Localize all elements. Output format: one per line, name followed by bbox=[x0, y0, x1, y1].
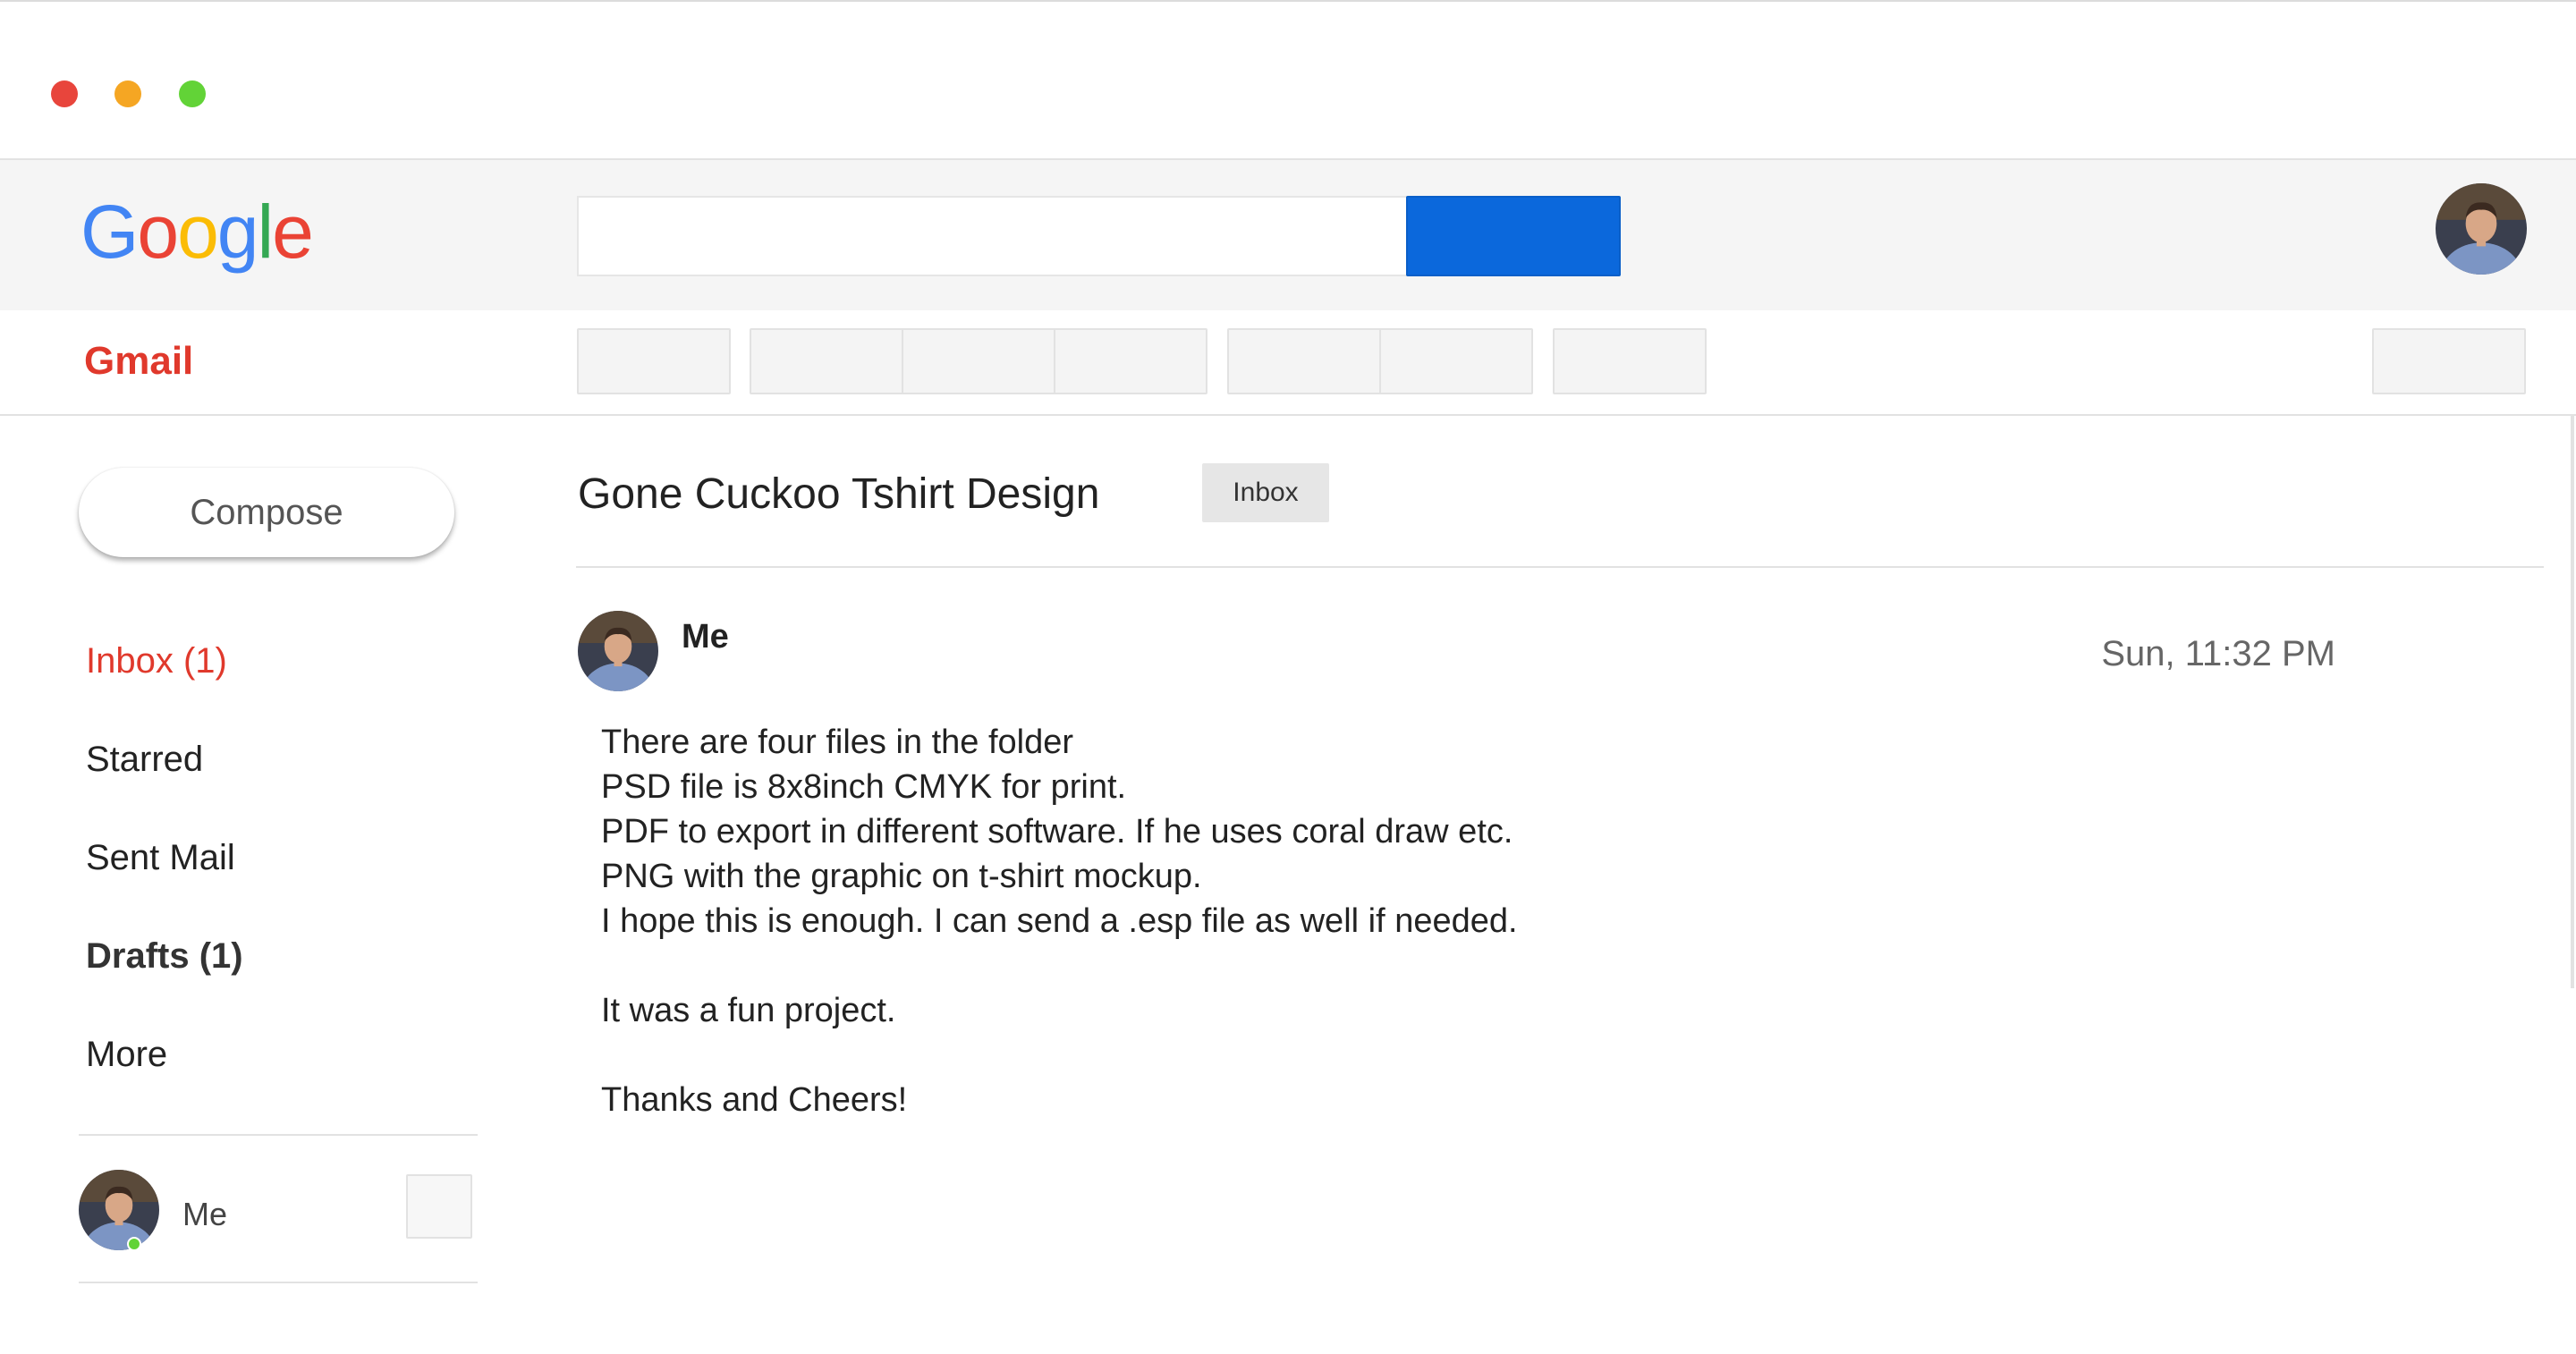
logo-letter: G bbox=[80, 190, 139, 274]
window-titlebar bbox=[0, 0, 2576, 159]
body-line: There are four files in the folder bbox=[601, 724, 1074, 761]
body-line: PDF to export in different software. If … bbox=[601, 813, 1513, 850]
search-input[interactable] bbox=[577, 196, 1407, 276]
close-window-dot[interactable] bbox=[51, 80, 78, 107]
user-avatar-icon bbox=[79, 1170, 159, 1250]
divider bbox=[79, 1282, 478, 1283]
online-status-icon bbox=[127, 1237, 141, 1251]
settings-button[interactable] bbox=[2372, 328, 2526, 394]
chat-contact-name[interactable]: Me bbox=[182, 1196, 227, 1233]
user-avatar-icon bbox=[2436, 183, 2527, 275]
body-line bbox=[601, 1033, 2301, 1078]
toolbar-button[interactable] bbox=[1553, 328, 1707, 394]
app-header: Google bbox=[0, 158, 2576, 310]
body-line: Thanks and Cheers! bbox=[601, 1081, 908, 1119]
divider bbox=[79, 1134, 478, 1136]
message-subject: Gone Cuckoo Tshirt Design bbox=[578, 470, 1100, 518]
minimize-window-dot[interactable] bbox=[114, 80, 141, 107]
compose-button[interactable]: Compose bbox=[79, 468, 454, 557]
sidebar-item-inbox[interactable]: Inbox (1) bbox=[86, 643, 227, 679]
toolbar-button[interactable] bbox=[1055, 330, 1206, 393]
body-line: It was a fun project. bbox=[601, 992, 896, 1029]
toolbar-button-group bbox=[1227, 328, 1533, 394]
body-line: I hope this is enough. I can send a .esp… bbox=[601, 902, 1518, 940]
toolbar-button[interactable] bbox=[751, 330, 903, 393]
toolbar: Gmail bbox=[0, 310, 2576, 416]
user-avatar-icon bbox=[578, 611, 658, 691]
sidebar-item-more[interactable]: More bbox=[86, 1037, 167, 1072]
inbox-label-badge[interactable]: Inbox bbox=[1202, 463, 1329, 522]
chat-status-button[interactable] bbox=[406, 1174, 472, 1239]
logo-letter: g bbox=[216, 190, 259, 274]
account-avatar[interactable] bbox=[2436, 183, 2527, 275]
toolbar-button[interactable] bbox=[1381, 330, 1531, 393]
sidebar-item-sent-mail[interactable]: Sent Mail bbox=[86, 840, 235, 876]
chat-avatar[interactable] bbox=[79, 1170, 159, 1250]
toolbar-button[interactable] bbox=[577, 328, 731, 394]
divider bbox=[576, 566, 2544, 568]
google-logo[interactable]: Google bbox=[80, 190, 314, 274]
sidebar: Compose Inbox (1) Starred Sent Mail Draf… bbox=[0, 416, 501, 1354]
toolbar-button[interactable] bbox=[1229, 330, 1381, 393]
search-button[interactable] bbox=[1406, 196, 1621, 276]
message-body: There are four files in the folder PSD f… bbox=[601, 720, 2301, 1122]
gmail-label[interactable]: Gmail bbox=[84, 339, 193, 384]
sender-name[interactable]: Me bbox=[682, 618, 729, 656]
body-line: PSD file is 8x8inch CMYK for print. bbox=[601, 768, 1127, 806]
sender-avatar[interactable] bbox=[578, 611, 658, 691]
toolbar-button[interactable] bbox=[903, 330, 1055, 393]
sidebar-item-starred[interactable]: Starred bbox=[86, 741, 203, 777]
body-line: PNG with the graphic on t-shirt mockup. bbox=[601, 858, 1202, 895]
message-view: Gone Cuckoo Tshirt Design Inbox Me Sun, … bbox=[501, 416, 2576, 1354]
maximize-window-dot[interactable] bbox=[179, 80, 206, 107]
logo-letter: l bbox=[257, 190, 275, 274]
logo-letter: o bbox=[137, 190, 179, 274]
scrollbar[interactable] bbox=[2571, 416, 2574, 988]
sidebar-item-drafts[interactable]: Drafts (1) bbox=[86, 938, 243, 974]
logo-letter: o bbox=[177, 190, 219, 274]
logo-letter: e bbox=[272, 190, 314, 274]
body-line bbox=[601, 944, 2301, 988]
toolbar-button-group bbox=[750, 328, 1208, 394]
message-timestamp: Sun, 11:32 PM bbox=[2101, 634, 2335, 673]
